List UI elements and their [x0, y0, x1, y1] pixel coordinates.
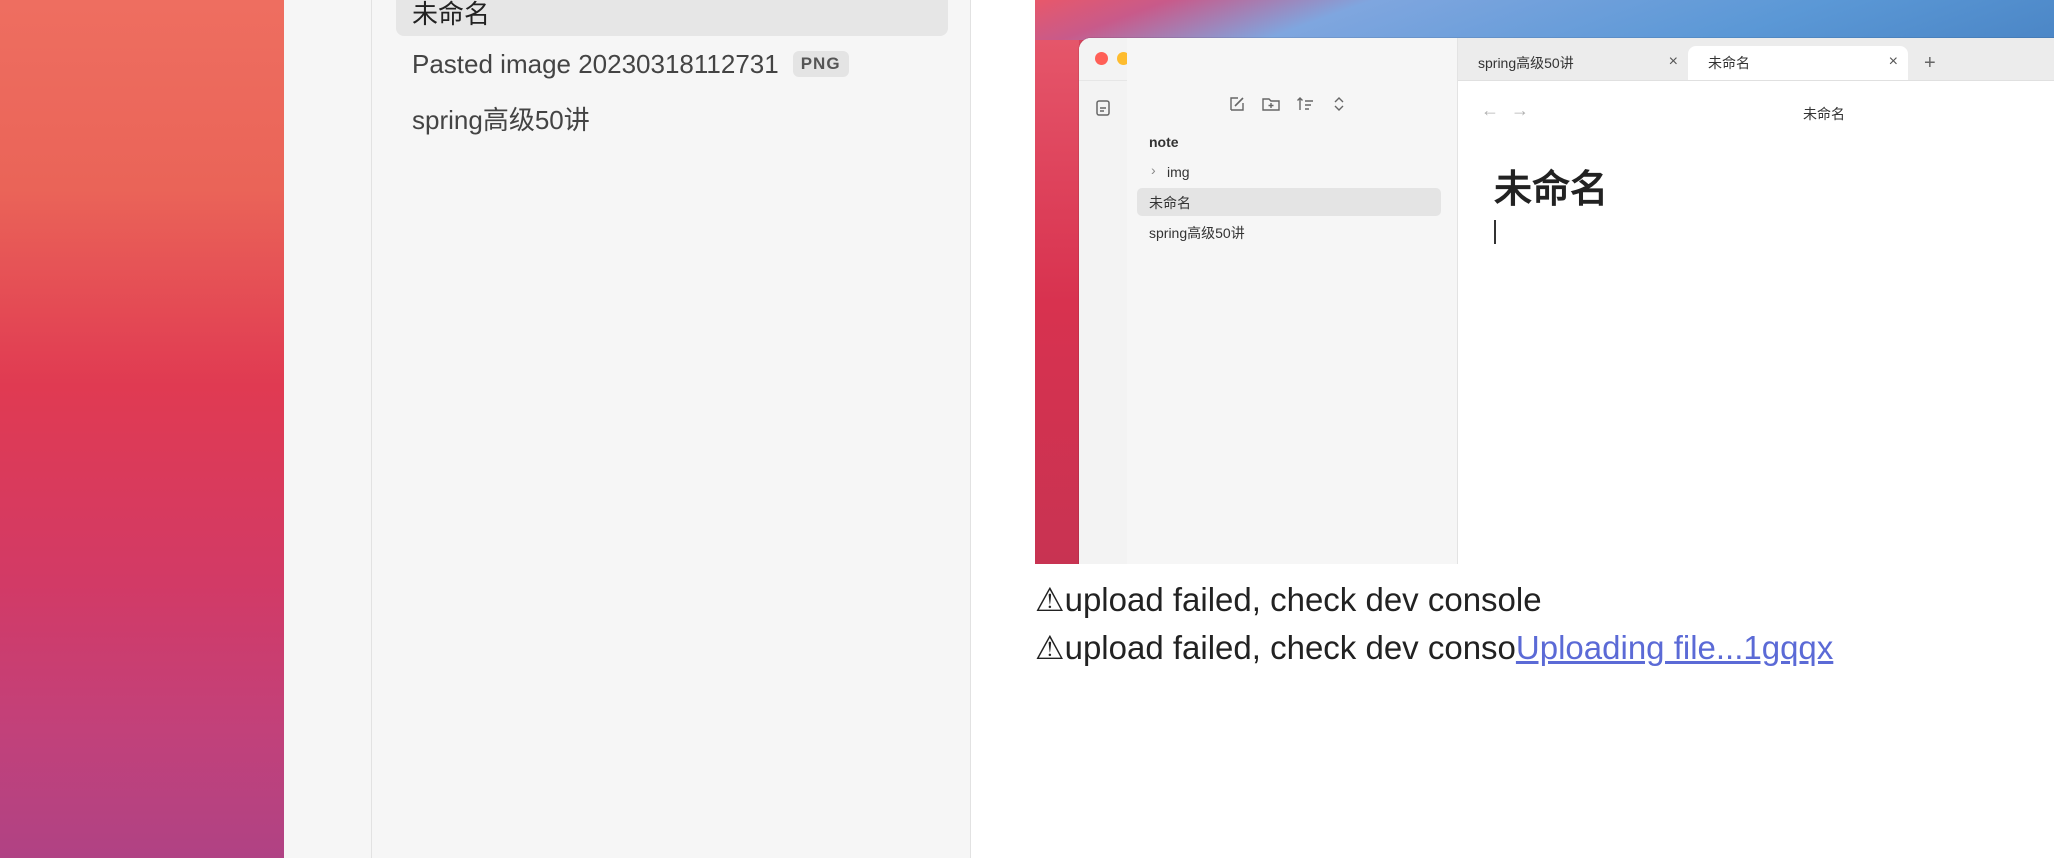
tab-untitled: 未命名 × [1688, 46, 1908, 80]
screenshot-wallpaper-left [1035, 40, 1079, 564]
file-item-label: Pasted image 20230318112731 [412, 48, 779, 79]
file-type-badge: PNG [792, 51, 849, 77]
screenshot-tab-bar: spring高级50讲 × 未命名 × + [1458, 38, 2054, 81]
chevron-right-icon: › [1151, 162, 1156, 178]
upload-error-line: ⚠upload failed, check dev consoUploading… [1035, 628, 1833, 667]
uploading-file-link[interactable]: Uploading file...1gqqx [1516, 629, 1833, 666]
screenshot-wallpaper-top [1035, 0, 2054, 40]
close-icon: × [1668, 53, 1678, 70]
left-ribbon [284, 0, 372, 858]
close-icon: × [1888, 53, 1898, 70]
screenshot-ribbon [1079, 38, 1128, 564]
file-item-label: 未命名 [412, 0, 491, 29]
file-item-pasted-image[interactable]: Pasted image 20230318112731 PNG [396, 40, 948, 88]
embedded-screenshot-image: note › img 未命名 spring高级50讲 spring高级50讲 ×… [1035, 0, 2054, 564]
tab-spring: spring高级50讲 × [1458, 46, 1688, 80]
upload-error-text: upload failed, check dev conso [1064, 629, 1516, 666]
back-arrow-icon: ← [1481, 100, 1499, 120]
warning-icon: ⚠ [1035, 581, 1065, 618]
collapse-icon [1325, 90, 1353, 118]
tab-label: spring高级50讲 [1478, 55, 1574, 71]
desktop-wallpaper [0, 0, 284, 858]
tree-item-untitled: 未命名 [1149, 195, 1191, 211]
new-note-icon [1089, 94, 1117, 122]
tree-folder-img: img [1167, 164, 1190, 180]
traffic-light-close [1095, 52, 1108, 65]
tree-item-spring: spring高级50讲 [1149, 225, 1245, 241]
document-heading: 未命名 [1494, 169, 1609, 211]
tree-root-folder: note [1149, 134, 1179, 150]
warning-icon: ⚠ [1035, 629, 1065, 666]
text-cursor [1494, 220, 1496, 244]
file-item-spring[interactable]: spring高级50讲 [396, 94, 948, 142]
tab-label: 未命名 [1708, 55, 1750, 71]
editor-pane[interactable]: note › img 未命名 spring高级50讲 spring高级50讲 ×… [971, 0, 2054, 858]
screenshot-file-tree: note › img 未命名 spring高级50讲 [1127, 38, 1458, 564]
file-explorer-pane: 未命名 Pasted image 20230318112731 PNG spri… [372, 0, 971, 858]
upload-error-line: ⚠upload failed, check dev console [1035, 580, 1542, 619]
forward-arrow-icon: → [1511, 100, 1529, 120]
screenshot-app-window: note › img 未命名 spring高级50讲 spring高级50讲 ×… [1079, 38, 2054, 564]
plus-icon: + [1924, 51, 1936, 74]
view-header-title: 未命名 [1803, 106, 1845, 122]
new-note-icon [1223, 90, 1251, 118]
file-item-label: spring高级50讲 [412, 104, 590, 135]
new-folder-icon [1257, 90, 1285, 118]
upload-error-text: upload failed, check dev console [1064, 581, 1542, 618]
sort-icon [1291, 90, 1319, 118]
file-item-untitled[interactable]: 未命名 [396, 0, 948, 36]
